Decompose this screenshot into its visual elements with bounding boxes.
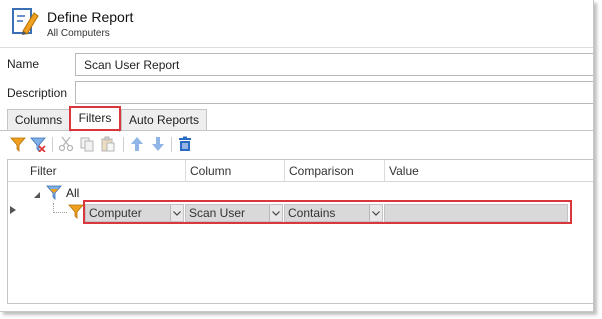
remove-filter-icon[interactable] [29, 135, 47, 153]
toolbar-separator [52, 137, 53, 152]
dialog-subtitle: All Computers [47, 28, 110, 39]
column-header-column[interactable]: Column [185, 160, 284, 182]
filter-field-select[interactable]: Computer [85, 204, 184, 222]
tab-columns[interactable]: Columns [7, 109, 70, 131]
row-indicator-icon [10, 206, 16, 216]
filter-value-input[interactable] [384, 204, 568, 222]
delete-icon[interactable] [176, 135, 194, 153]
name-field[interactable] [75, 53, 593, 76]
toolbar-separator [123, 137, 124, 152]
name-label: Name [7, 57, 40, 71]
tree-row-all[interactable]: All [8, 184, 593, 202]
move-up-icon[interactable] [128, 135, 146, 153]
toolbar-separator [171, 137, 172, 152]
chevron-down-icon[interactable] [170, 205, 183, 221]
chevron-down-icon[interactable] [369, 205, 382, 221]
filter-column-value: Scan User [189, 206, 246, 220]
tab-divider [0, 130, 593, 131]
column-header-comparison[interactable]: Comparison [284, 160, 384, 182]
filter-comparison-select[interactable]: Contains [284, 204, 383, 222]
description-label: Description [7, 86, 68, 100]
filter-condition-row[interactable]: Computer Scan User Contains [8, 203, 593, 224]
grid-header: Filter Column Comparison Value [8, 160, 593, 182]
copy-icon[interactable] [78, 135, 96, 153]
chevron-down-icon[interactable] [269, 205, 282, 221]
report-edit-icon [10, 7, 42, 37]
filter-group-icon [46, 185, 62, 203]
filter-toolbar [7, 135, 593, 155]
description-field[interactable] [75, 81, 593, 104]
define-report-dialog: Define Report All Computers Name Descrip… [0, 0, 594, 312]
header-divider [0, 47, 593, 48]
column-header-filter[interactable]: Filter [26, 160, 186, 182]
tab-strip: Columns Filters Auto Reports [0, 107, 593, 132]
tree-node-label: All [66, 186, 80, 200]
collapse-triangle-icon[interactable] [33, 188, 41, 202]
tab-filters[interactable]: Filters [70, 107, 120, 132]
add-filter-icon[interactable] [9, 135, 27, 153]
tree-connector [53, 203, 67, 213]
dialog-title: Define Report [47, 9, 134, 25]
filter-column-select[interactable]: Scan User [185, 204, 283, 222]
filter-field-value: Computer [89, 206, 142, 220]
column-header-value[interactable]: Value [384, 160, 593, 182]
dialog-header: Define Report All Computers [0, 0, 593, 46]
cut-icon[interactable] [57, 135, 75, 153]
move-down-icon[interactable] [149, 135, 167, 153]
filter-grid: Filter Column Comparison Value All Compu… [7, 159, 593, 304]
paste-icon[interactable] [99, 135, 117, 153]
tab-auto-reports[interactable]: Auto Reports [121, 109, 207, 131]
filter-icon [68, 204, 84, 222]
filter-comparison-value: Contains [288, 206, 336, 220]
